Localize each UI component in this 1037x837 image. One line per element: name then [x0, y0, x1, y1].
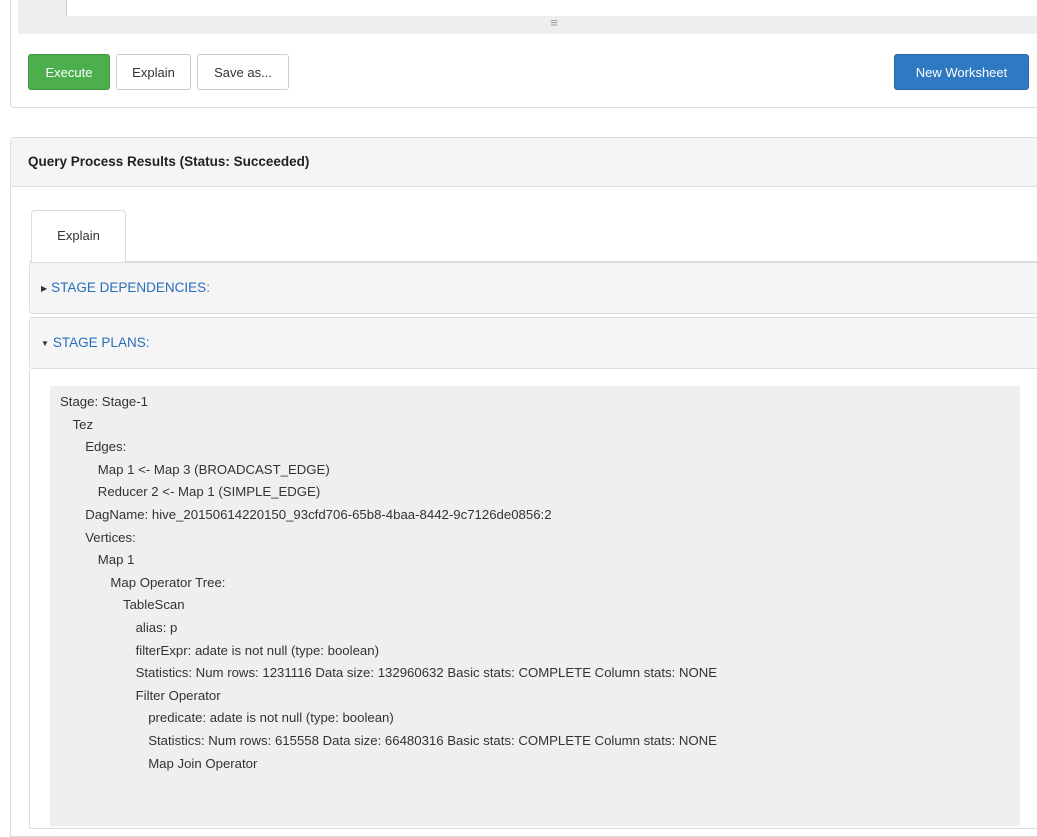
stage-plans-label: STAGE PLANS: [52, 335, 150, 350]
new-worksheet-button[interactable]: New Worksheet [894, 54, 1029, 90]
stage-plans-header[interactable]: ▼ STAGE PLANS: [29, 317, 1037, 369]
caret-right-icon: ▶ [41, 284, 48, 293]
plan-line: Edges: [85, 439, 127, 455]
plan-line: Filter Operator [135, 687, 221, 703]
execute-button[interactable]: Execute [28, 54, 110, 90]
plan-line: Statistics: Num rows: 1231116 Data size:… [135, 665, 718, 681]
plan-line: Stage: Stage-1 [60, 394, 148, 409]
query-results-panel: Query Process Results (Status: Succeeded… [10, 137, 1037, 837]
plan-line: DagName: hive_20150614220150_93cfd706-65… [85, 506, 552, 522]
plan-line: Statistics: Num rows: 615558 Data size: … [148, 732, 717, 748]
save-as-button[interactable]: Save as... [197, 54, 289, 90]
plan-line: Map Join Operator [148, 755, 258, 771]
plan-line: Map 1 <- Map 3 (BROADCAST_EDGE) [97, 461, 330, 477]
plan-line: Map Operator Tree: [110, 574, 226, 590]
editor-resize-bar: ≡ [18, 0, 1037, 34]
query-editor[interactable] [67, 0, 1037, 16]
plan-line: Vertices: [85, 529, 136, 545]
explain-button[interactable]: Explain [116, 54, 191, 90]
plan-line: TableScan [123, 597, 185, 613]
stage-dependencies-header[interactable]: ▶ STAGE DEPENDENCIES: [29, 262, 1037, 314]
plan-line: alias: p [135, 619, 178, 635]
resize-handle-icon[interactable]: ≡ [547, 16, 561, 29]
plan-line: filterExpr: adate is not null (type: boo… [135, 642, 379, 658]
explain-plan-text: Stage: Stage-1 Tez Edges: Map 1 <- Map 3 (B… [50, 386, 1020, 826]
stage-plans-body: Stage: Stage-1 Tez Edges: Map 1 <- Map 3 (B… [29, 369, 1037, 829]
plan-line: predicate: adate is not null (type: bool… [148, 710, 394, 726]
caret-down-icon: ▼ [41, 339, 49, 348]
plan-line: Reducer 2 <- Map 1 (SIMPLE_EDGE) [97, 484, 321, 500]
plan-line: Map 1 [97, 552, 135, 568]
plan-line: Tez [72, 416, 94, 432]
results-heading: Query Process Results (Status: Succeeded… [11, 138, 1037, 187]
tab-explain[interactable]: Explain [31, 210, 126, 262]
stage-dependencies-label: STAGE DEPENDENCIES: [51, 280, 210, 295]
